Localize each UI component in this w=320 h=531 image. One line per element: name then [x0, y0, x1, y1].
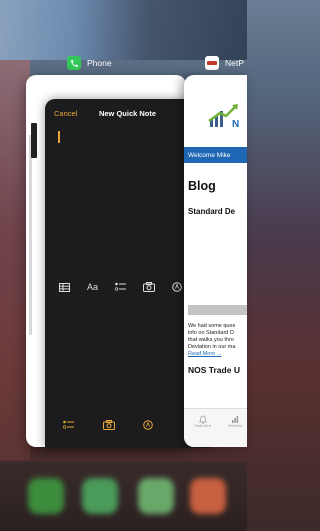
wallpaper-blur-top — [0, 0, 247, 60]
text-cursor — [58, 131, 60, 143]
text-format-button[interactable]: Aa — [87, 282, 98, 292]
read-more-link[interactable]: Read More ... — [188, 351, 235, 358]
camera-icon[interactable] — [143, 282, 156, 292]
dock-app-blur — [82, 478, 118, 514]
tab-label: Trade Alert — [194, 424, 211, 428]
chart-icon — [232, 416, 239, 423]
excerpt-line: Deviation in our ma — [188, 344, 236, 350]
tab-trade-alert[interactable]: Trade Alert — [194, 415, 211, 428]
app-name: Phone — [87, 58, 112, 68]
post-title[interactable]: Standard De — [188, 207, 235, 216]
netp-logo: N — [208, 104, 239, 129]
app-label-netp[interactable]: NetP — [205, 56, 244, 70]
post-title-2[interactable]: NOS Trade U — [188, 365, 240, 375]
checklist-icon[interactable] — [115, 282, 127, 292]
table-icon[interactable] — [59, 282, 70, 292]
web-tab-bar: Trade Alert Performa — [184, 408, 247, 447]
excerpt-line: that walks you thro — [188, 337, 234, 343]
post-excerpt: We had some ques info on Standard D that… — [188, 323, 235, 358]
bell-icon — [198, 415, 207, 424]
markup-icon[interactable] — [172, 282, 182, 292]
svg-text:N: N — [232, 119, 239, 129]
format-toolbar: Aa — [59, 282, 182, 292]
dock-app-blur — [28, 478, 64, 514]
camera-icon[interactable] — [102, 420, 115, 430]
app-card-netp[interactable]: N Welcome Mike Blog Standard De We had s… — [184, 75, 247, 447]
blog-heading: Blog — [188, 179, 216, 193]
tab-label: Performa — [228, 424, 243, 428]
excerpt-line: We had some ques — [188, 323, 236, 329]
app-name: NetP — [225, 58, 244, 68]
checklist-icon[interactable] — [63, 420, 75, 430]
post-image-placeholder — [188, 305, 247, 315]
excerpt-line: info on Standard D — [188, 330, 234, 336]
tab-performance[interactable]: Performa — [228, 415, 242, 428]
phone-marker — [31, 123, 37, 158]
markup-icon[interactable] — [143, 420, 154, 430]
dock-app-blur — [190, 478, 226, 514]
phone-edge — [29, 135, 32, 335]
welcome-bar: Welcome Mike — [184, 147, 247, 163]
netp-app-icon — [205, 56, 219, 70]
app-label-phone[interactable]: Phone — [67, 56, 112, 70]
phone-icon — [67, 56, 81, 70]
dock-app-blur — [138, 478, 174, 514]
